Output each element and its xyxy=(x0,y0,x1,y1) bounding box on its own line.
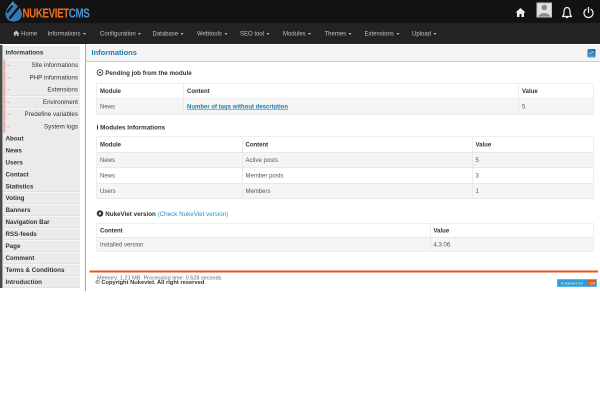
svg-text:123: 123 xyxy=(589,282,595,286)
svg-text:nukeviet.vn: nukeviet.vn xyxy=(561,282,583,286)
